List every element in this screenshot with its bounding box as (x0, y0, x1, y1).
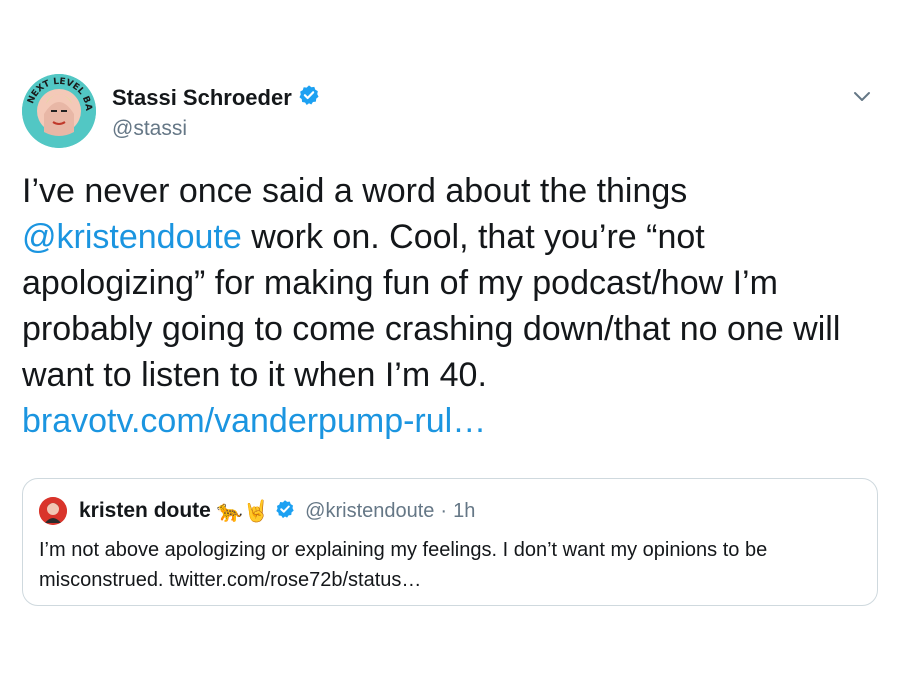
tweet-card: NEXT LEVEL BASIC Stassi Schroeder @stass… (0, 0, 900, 686)
quoted-handle: @kristendoute (305, 499, 435, 522)
verified-badge-icon (275, 499, 295, 524)
quoted-tweet-header: kristen doute 🐆🤘 @kristendoute · 1h (39, 497, 475, 525)
tweet-header: NEXT LEVEL BASIC Stassi Schroeder @stass… (22, 74, 878, 150)
verified-badge-icon (298, 84, 320, 111)
quoted-name-emojis: 🐆🤘 (216, 498, 270, 523)
quoted-display-name: kristen doute (79, 499, 211, 522)
quoted-tweet[interactable]: kristen doute 🐆🤘 @kristendoute · 1h I’m … (22, 478, 878, 606)
chevron-down-icon[interactable] (852, 86, 872, 106)
author-display-name[interactable]: Stassi Schroeder (112, 85, 292, 111)
external-link[interactable]: bravotv.com/vanderpump-rul… (22, 402, 486, 440)
quoted-tweet-text: I’m not above apologizing or explaining … (39, 539, 768, 591)
quoted-author-avatar (39, 497, 67, 525)
author-names: Stassi Schroeder @stassi (112, 84, 320, 141)
tweet-text: I’ve never once said a word about the th… (22, 168, 882, 444)
author-handle[interactable]: @stassi (112, 117, 320, 141)
mention-link[interactable]: @kristendoute (22, 218, 242, 256)
quoted-timestamp: 1h (453, 499, 476, 522)
tweet-text-start: I’ve never once said a word about the th… (22, 172, 688, 210)
quoted-separator: · (440, 499, 448, 522)
author-avatar[interactable]: NEXT LEVEL BASIC (22, 74, 96, 148)
